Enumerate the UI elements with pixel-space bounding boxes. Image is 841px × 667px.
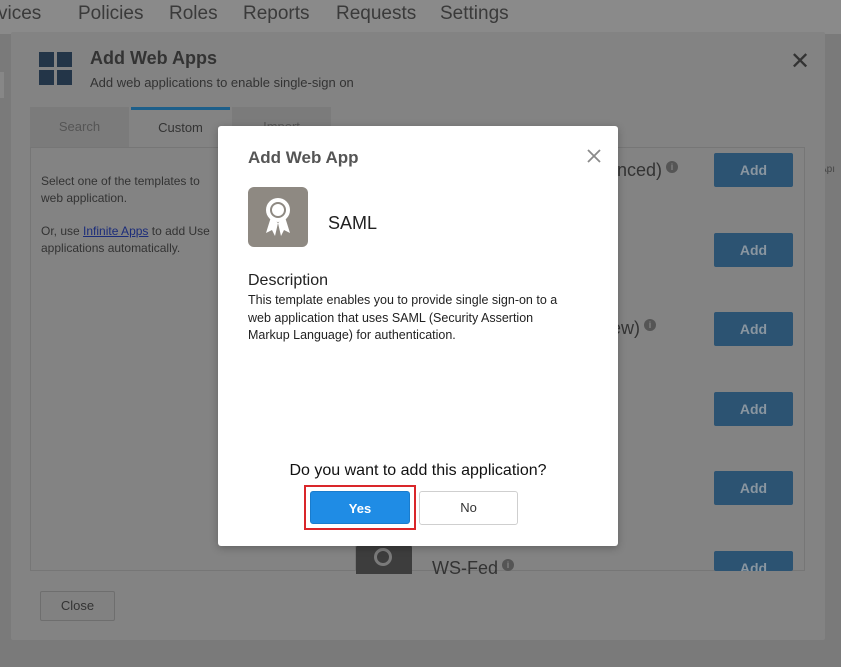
panel-close-icon[interactable]: ✕ [790,50,810,74]
info-icon[interactable]: i [666,161,679,173]
add-button[interactable]: Add [714,233,793,267]
apps-grid-icon [39,52,73,86]
ws-fed-app-icon [356,544,412,574]
yes-button[interactable]: Yes [310,491,410,524]
nav-item-devices[interactable]: vices [0,3,41,25]
add-button[interactable]: Add [714,471,793,505]
panel-title: Add Web Apps [90,48,217,68]
info-icon[interactable]: i [644,319,657,331]
ribbon-award-icon [248,187,308,247]
add-button[interactable]: Add [714,551,793,571]
dialog-title: Add Web App [248,148,359,167]
description-title: Description [248,272,329,289]
nav-item-settings[interactable]: Settings [440,3,509,25]
intro-text: Select one of the templates to web appli… [41,174,200,205]
background-edge [0,72,4,98]
close-icon[interactable] [584,146,604,166]
nav-item-roles[interactable]: Roles [169,3,218,25]
top-nav: vices Policies Roles Reports Requests Se… [0,0,841,34]
description-text: This template enables you to provide sin… [248,293,558,342]
add-web-app-dialog: Add Web App SAML Description This templa… [218,126,618,546]
no-button[interactable]: No [419,491,518,525]
infinite-apps-link[interactable]: Infinite Apps [83,224,148,238]
confirm-question: Do you want to add this application? [289,462,547,479]
add-button[interactable]: Add [714,392,793,426]
infinite-apps-text: Or, use Infinite Apps to add Use applica… [41,224,210,255]
app-name: SAML [328,213,378,233]
close-button[interactable]: Close [40,591,115,621]
tab-custom[interactable]: Custom [131,107,230,147]
add-button[interactable]: Add [714,312,793,346]
add-button[interactable]: Add [714,153,793,187]
info-icon[interactable]: i [502,559,515,571]
tab-search[interactable]: Search [30,107,129,147]
panel-subtitle: Add web applications to enable single-si… [90,75,354,90]
nav-item-reports[interactable]: Reports [243,3,310,25]
nav-item-requests[interactable]: Requests [336,3,416,25]
nav-item-policies[interactable]: Policies [78,3,143,25]
template-name-ws-fed: WS-Fed i [432,558,515,579]
